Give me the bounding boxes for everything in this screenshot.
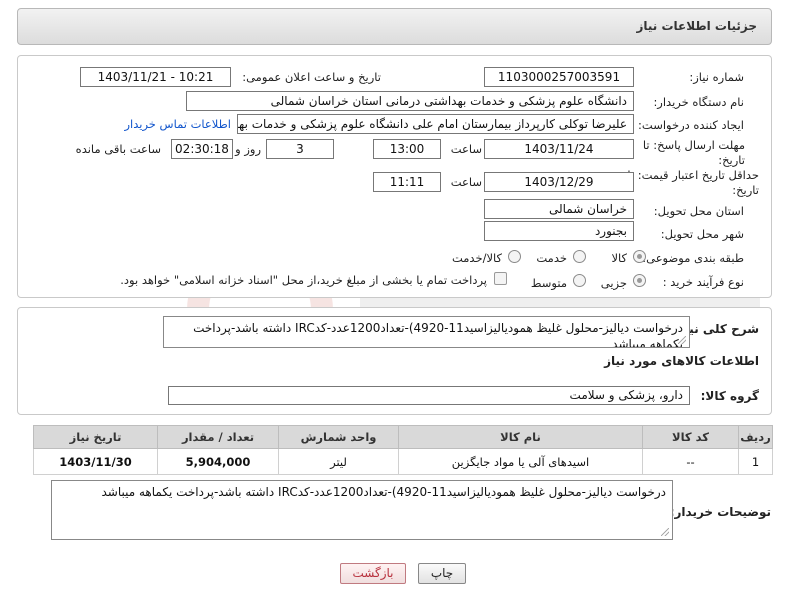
need-number-label: شماره نیاز: (689, 70, 744, 84)
category-goods-radio[interactable] (633, 250, 646, 263)
print-button[interactable]: چاپ (418, 563, 466, 584)
category-label: طبقه بندی موضوعی: (642, 251, 744, 265)
cell-row: 1 (738, 448, 773, 475)
remaining-label: ساعت باقی مانده (75, 142, 161, 156)
buyer-contact-link[interactable]: اطلاعات تماس خریدار (124, 117, 231, 131)
summary-textarea[interactable]: درخواست دیالیز-محلول غلیظ همودیالیزاسید1… (163, 316, 690, 348)
goods-table: ردیف کد کالا نام کالا واحد شمارش تعداد /… (33, 425, 773, 475)
table-header-row: ردیف کد کالا نام کالا واحد شمارش تعداد /… (33, 425, 773, 449)
deadline-time-label: ساعت (450, 142, 482, 156)
goods-group-field: دارو، پزشکی و سلامت (168, 386, 690, 405)
validity-time-label: ساعت (450, 175, 482, 189)
buyer-notes-label: توضیحات خریدار: (669, 505, 771, 519)
need-number-field: 1103000257003591 (484, 67, 634, 87)
buyer-notes-resize-handle[interactable] (661, 528, 669, 536)
process-minor-label: جزیی (600, 276, 627, 290)
panel-title: جزئیات اطلاعات نیاز (17, 8, 772, 45)
col-name-header: نام کالا (398, 425, 643, 449)
requester-field: علیرضا توکلی کارپرداز بیمارستان امام علی… (237, 114, 634, 134)
category-service-radio[interactable] (573, 250, 586, 263)
table-row[interactable]: 1 -- اسیدهای آلی یا مواد جایگزین لیتر 5,… (33, 448, 773, 475)
announce-datetime-label: تاریخ و ساعت اعلان عمومی: (242, 70, 381, 84)
col-code-header: کد کالا (642, 425, 739, 449)
deadline-label: مهلت ارسال پاسخ: تا تاریخ: (642, 138, 745, 167)
validity-time-field: 11:11 (373, 172, 441, 192)
col-qty-header: تعداد / مقدار (157, 425, 279, 449)
announce-datetime-field: 1403/11/21 - 10:21 (80, 67, 231, 87)
requester-label: ایجاد کننده درخواست: (638, 118, 744, 132)
col-row-header: ردیف (738, 425, 773, 449)
category-goods-service-label: کالا/خدمت (451, 251, 502, 265)
deadline-date-field: 1403/11/24 (484, 139, 634, 159)
remaining-time-field: 02:30:18 (171, 139, 233, 159)
payment-note: پرداخت تمام یا بخشی از مبلغ خرید،از محل … (120, 273, 487, 287)
category-goods-service-radio[interactable] (508, 250, 521, 263)
validity-label: حداقل تاریخ اعتبار قیمت: تا تاریخ: (627, 168, 759, 197)
category-service-label: خدمت (536, 251, 567, 265)
category-goods-label: کالا (611, 251, 627, 265)
buyer-notes-textarea[interactable]: درخواست دیالیز-محلول غلیظ همودیالیزاسید1… (51, 480, 673, 540)
days-label: روز و (235, 142, 261, 156)
buyer-org-field: دانشگاه علوم پزشکی و خدمات بهداشتی درمان… (186, 91, 634, 111)
cell-name: اسیدهای آلی یا مواد جایگزین (398, 448, 643, 475)
cell-date: 1403/11/30 (33, 448, 158, 475)
process-label: نوع فرآیند خرید : (662, 275, 744, 289)
province-field: خراسان شمالی (484, 199, 634, 219)
deadline-time-field: 13:00 (373, 139, 441, 159)
province-label: استان محل تحویل: (653, 204, 744, 218)
days-field: 3 (266, 139, 334, 159)
buyer-org-label: نام دستگاه خریدار: (653, 95, 744, 109)
process-medium-label: متوسط (530, 276, 567, 290)
city-label: شهر محل تحویل: (660, 227, 744, 241)
city-field: بجنورد (484, 221, 634, 241)
back-button[interactable]: بازگشت (340, 563, 406, 584)
col-unit-header: واحد شمارش (278, 425, 399, 449)
process-medium-radio[interactable] (573, 274, 586, 287)
cell-code: -- (642, 448, 739, 475)
summary-resize-handle[interactable] (678, 336, 686, 344)
goods-info-title: اطلاعات کالاهای مورد نیاز (604, 354, 759, 368)
goods-group-label: گروه کالا: (700, 389, 759, 403)
cell-unit: لیتر (278, 448, 399, 475)
col-date-header: تاریخ نیاز (33, 425, 158, 449)
treasury-payment-checkbox[interactable] (494, 272, 507, 285)
process-minor-radio[interactable] (633, 274, 646, 287)
cell-qty: 5,904,000 (157, 448, 279, 475)
validity-date-field: 1403/12/29 (484, 172, 634, 192)
